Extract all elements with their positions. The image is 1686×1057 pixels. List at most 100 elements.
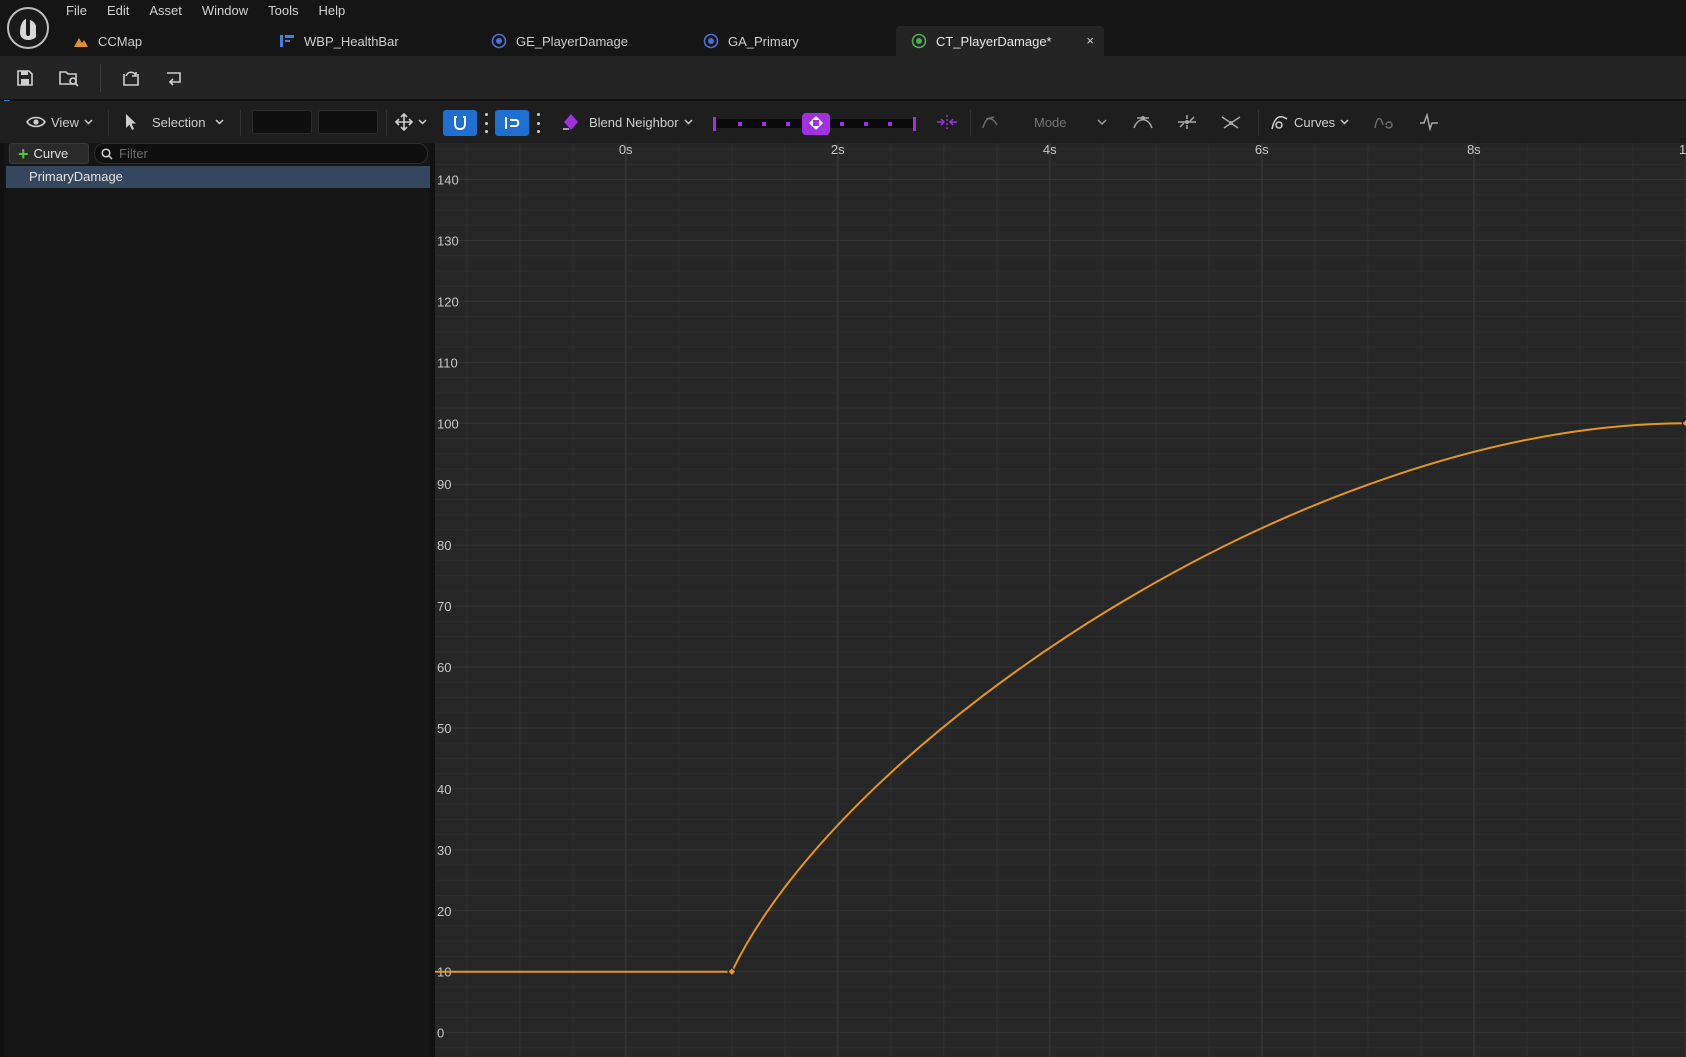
value-snap-icon [505, 117, 520, 129]
reimport-icon[interactable] [118, 65, 144, 91]
tab-label: CCMap [98, 33, 143, 49]
y-tick-label: 130 [437, 233, 459, 248]
x-tick-label: 0s [619, 143, 633, 157]
chevron-down-icon [1340, 119, 1349, 125]
tab-ga-primary[interactable]: GA_Primary [688, 26, 896, 56]
curves-dropdown[interactable]: Curves [1270, 110, 1349, 134]
toolbar-separator [386, 110, 387, 136]
break-tangent-icon[interactable] [1220, 110, 1242, 134]
toolbar-separator [1258, 110, 1259, 136]
y-tick-label: 90 [437, 477, 451, 492]
chevron-down-icon [84, 119, 93, 125]
view-label: View [51, 114, 79, 130]
curve-filter-icon[interactable] [1373, 110, 1395, 134]
menu-window[interactable]: Window [192, 0, 258, 22]
selection-dropdown[interactable]: Selection [124, 110, 225, 134]
graph-background [435, 143, 1686, 1057]
tab-label: GA_Primary [728, 33, 799, 49]
curve-graph[interactable]: 140 130 120 110 100 90 80 70 60 50 40 30 20 10 0 0s 2s 4s… [435, 143, 1686, 1057]
menu-tools[interactable]: Tools [258, 0, 308, 22]
value-snap-options-icon[interactable] [535, 113, 541, 133]
y-tick-label: 110 [437, 355, 458, 370]
menu-help[interactable]: Help [308, 0, 355, 22]
toolbar-separator [100, 64, 101, 92]
y-tick-label: 30 [437, 843, 451, 858]
browse-to-asset-icon[interactable] [56, 65, 82, 91]
asset-toolbar [0, 56, 1686, 100]
y-tick-label: 20 [437, 904, 451, 919]
tab-wbp-healthbar[interactable]: WBP_HealthBar [264, 26, 476, 56]
tab-label: CT_PlayerDamage* [936, 33, 1052, 49]
chevron-down-icon [418, 119, 427, 125]
time-snap-options-icon[interactable] [483, 113, 489, 133]
blend-slider[interactable] [712, 113, 918, 135]
value-snap-button[interactable] [495, 110, 529, 136]
auto-tangent-icon[interactable] [1132, 110, 1154, 134]
tab-label: GE_PlayerDamage [516, 33, 628, 49]
euler-filter-icon[interactable] [1418, 110, 1440, 134]
blueprint-icon [490, 32, 508, 50]
y-tick-label: 140 [437, 173, 459, 188]
curve-editor-toolbar: View Selection Blend Neighbor Mode Curve… [0, 101, 1686, 143]
flatten-tangent-icon [980, 110, 1002, 134]
retime-icon[interactable] [936, 110, 958, 134]
y-tick-label: 120 [437, 294, 459, 309]
filter-input[interactable] [119, 146, 419, 161]
key-value-field[interactable] [318, 110, 378, 134]
menu-bar: File Edit Asset Window Tools Help [56, 0, 355, 22]
curve-filter-box [94, 143, 428, 164]
tab-ccmap[interactable]: CCMap [58, 26, 264, 56]
curve-graph-canvas[interactable]: 14013012011010090807060504030201000s 2s 4s… [435, 143, 1686, 1057]
widget-blueprint-icon [278, 32, 296, 50]
selection-label: Selection [152, 114, 206, 130]
y-tick-label: 60 [437, 660, 451, 675]
linear-tangent-icon[interactable] [1176, 110, 1198, 134]
add-curve-button[interactable]: + Curve [9, 143, 89, 164]
search-icon [101, 147, 113, 160]
key-time-field[interactable] [252, 110, 312, 134]
tab-ge-playerdamage[interactable]: GE_PlayerDamage [476, 26, 688, 56]
y-tick-label: 0 [437, 1026, 444, 1041]
transform-tool-dropdown[interactable] [395, 110, 427, 134]
mode-label: Mode [1034, 114, 1067, 130]
chevron-down-icon [215, 119, 225, 125]
blend-tool-icon [563, 114, 578, 130]
blend-label: Blend Neighbor [589, 114, 679, 130]
y-tick-label: 50 [437, 721, 451, 736]
close-tab-icon[interactable]: × [1086, 33, 1094, 48]
menu-asset[interactable]: Asset [139, 0, 192, 22]
plus-icon: + [18, 143, 29, 164]
tab-ct-playerdamage[interactable]: CT_PlayerDamage* × [896, 26, 1104, 56]
y-tick-label: 40 [437, 782, 451, 797]
add-curve-label: Curve [33, 146, 69, 161]
move-arrows-icon [395, 113, 413, 131]
curve-table-icon [910, 32, 928, 50]
append-curve-icon[interactable] [162, 65, 188, 91]
menu-file[interactable]: File [56, 0, 97, 22]
chevron-down-icon[interactable] [1097, 110, 1107, 134]
x-tick-label: 8s [1467, 143, 1481, 157]
y-tick-label: 80 [437, 538, 451, 553]
y-tick-label: 70 [437, 599, 451, 614]
unreal-logo-icon[interactable] [6, 6, 50, 50]
blueprint-icon [702, 32, 720, 50]
view-dropdown[interactable]: View [26, 110, 93, 134]
document-tabs: CCMap WBP_HealthBar GE_PlayerDamage GA_P… [58, 26, 1104, 56]
save-icon[interactable] [12, 65, 38, 91]
blend-tool-dropdown[interactable]: Blend Neighbor [561, 110, 693, 134]
curve-tree-panel: + Curve PrimaryDamage [4, 143, 430, 1057]
toolbar-separator [970, 110, 971, 136]
magnet-icon [454, 116, 466, 131]
menu-edit[interactable]: Edit [97, 0, 139, 22]
curve-row-primarydamage[interactable]: PrimaryDamage [6, 166, 430, 188]
y-tick-label: 100 [437, 416, 459, 431]
curves-label: Curves [1294, 114, 1336, 130]
time-snap-button[interactable] [443, 110, 477, 136]
curve-settings-icon [1271, 115, 1288, 130]
tab-label: WBP_HealthBar [304, 33, 399, 49]
eye-icon [26, 116, 46, 128]
x-tick-label: 10 [1679, 143, 1686, 157]
x-tick-label: 6s [1255, 143, 1269, 157]
title-bar: File Edit Asset Window Tools Help CCMap … [0, 0, 1686, 56]
toolbar-separator [240, 110, 241, 136]
